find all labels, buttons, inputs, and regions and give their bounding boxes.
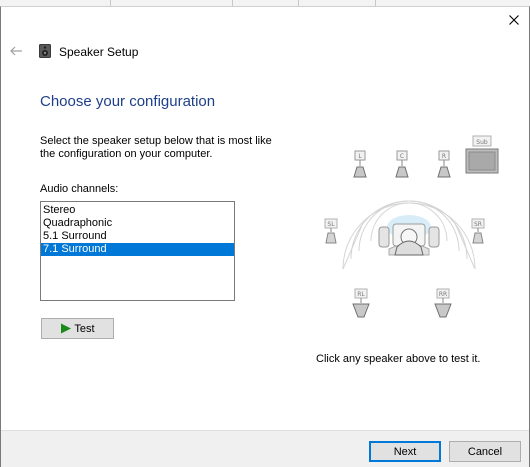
speaker-label-c: C [400, 153, 404, 160]
channel-option-7-1-surround[interactable]: 7.1 Surround [41, 243, 234, 256]
speaker-layout-diagram: L C R Sub SL SR RL RR [324, 135, 499, 318]
channel-option-quadraphonic[interactable]: Quadraphonic [41, 217, 234, 230]
dialog-footer: Next Cancel [1, 430, 529, 467]
speaker-rear-left[interactable]: RL [352, 288, 370, 318]
next-button[interactable]: Next [369, 441, 441, 462]
speaker-side-left[interactable]: SL [324, 218, 338, 244]
listener-figure [378, 215, 440, 256]
speaker-rear-right[interactable]: RR [434, 288, 452, 318]
speaker-label-rr: RR [439, 291, 447, 298]
speaker-center[interactable]: C [395, 150, 409, 178]
audio-channels-listbox[interactable]: Stereo Quadraphonic 5.1 Surround 7.1 Sur… [40, 201, 235, 301]
speaker-label-r: R [442, 153, 446, 160]
speaker-setup-dialog: Speaker Setup Choose your configuration … [0, 6, 530, 467]
close-icon [509, 15, 519, 25]
speaker-front-right[interactable]: R [437, 150, 451, 178]
audio-channels-label: Audio channels: [40, 183, 119, 195]
channel-option-stereo[interactable]: Stereo [41, 204, 234, 217]
speaker-side-right[interactable]: SR [471, 218, 485, 244]
speaker-label-sr: SR [474, 221, 482, 228]
speaker-label-sub: Sub [476, 139, 488, 146]
speaker-front-left[interactable]: L [353, 150, 367, 178]
instructions-text: Select the speaker setup below that is m… [40, 135, 272, 160]
back-button[interactable] [7, 43, 25, 59]
page-heading: Choose your configuration [40, 93, 216, 110]
speaker-label-rl: RL [357, 291, 365, 298]
speaker-label-sl: SL [327, 221, 335, 228]
test-button-label: Test [74, 322, 95, 335]
speaker-subwoofer[interactable]: Sub [465, 135, 499, 174]
channel-option-5-1-surround[interactable]: 5.1 Surround [41, 230, 234, 243]
back-arrow-icon [10, 46, 22, 56]
play-icon [61, 323, 72, 334]
test-button[interactable]: Test [41, 318, 114, 339]
speaker-icon [39, 44, 51, 58]
speaker-test-hint: Click any speaker above to test it. [316, 353, 481, 365]
window-title: Speaker Setup [59, 45, 139, 59]
cancel-button[interactable]: Cancel [449, 441, 521, 462]
close-button[interactable] [503, 10, 525, 30]
